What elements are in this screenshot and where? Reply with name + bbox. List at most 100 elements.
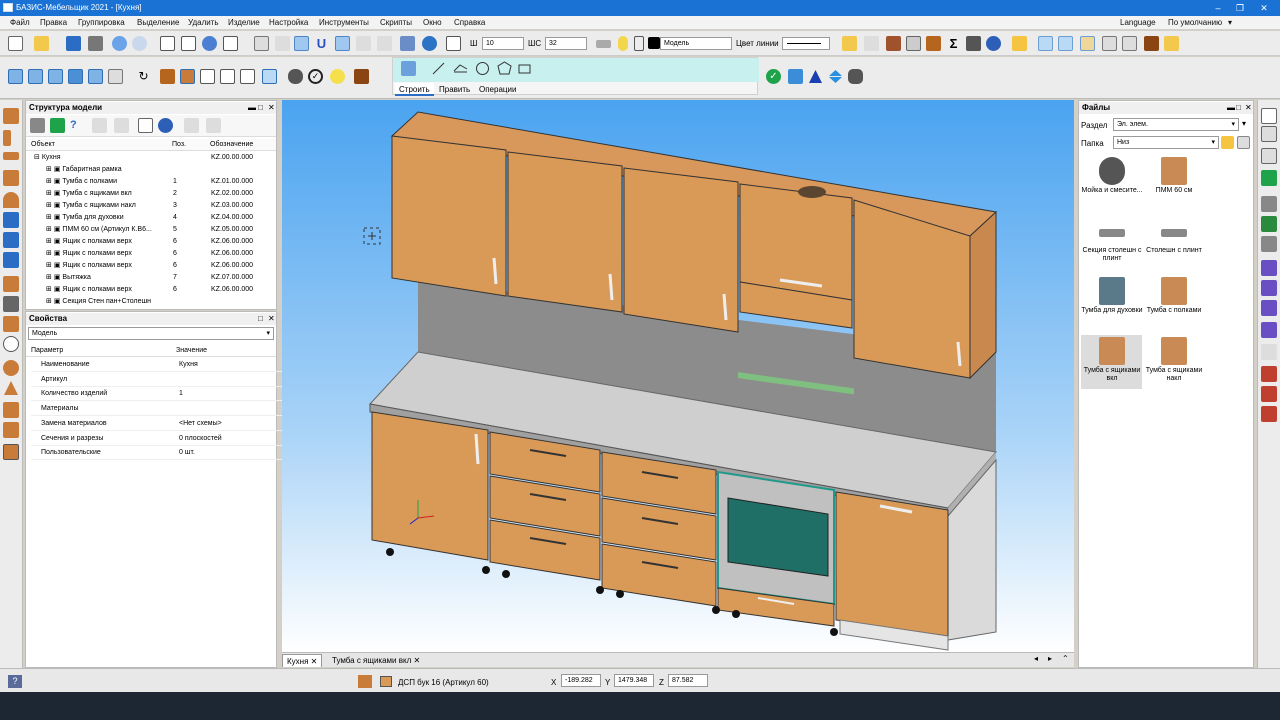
property-row[interactable]: Наименование Кухня — [31, 358, 301, 372]
menu-select[interactable]: Выделение — [137, 18, 179, 27]
viewport-3d[interactable] — [282, 100, 1074, 652]
report-icon[interactable] — [966, 36, 981, 51]
transparent-icon[interactable] — [262, 69, 277, 84]
fitting-icon[interactable] — [3, 296, 19, 312]
vertical-panel-icon[interactable] — [3, 130, 11, 146]
sheet-view-icon[interactable] — [1261, 108, 1277, 124]
view-mode-5-icon[interactable] — [1122, 36, 1137, 51]
rectangle-tool-icon[interactable] — [517, 61, 532, 76]
zoom-icon[interactable] — [202, 36, 217, 51]
draw-wizard-icon[interactable] — [401, 61, 416, 76]
tab-build[interactable]: Строить — [395, 83, 434, 96]
line-tool-icon[interactable] — [431, 61, 446, 76]
polygon-tool-icon[interactable] — [497, 61, 512, 76]
tab-drawer-cabinet[interactable]: Тумба с ящиками вкл ✕ — [328, 654, 424, 667]
sigma-icon[interactable]: Σ — [946, 36, 961, 51]
tree-item[interactable]: ⊞ ▣ Вытяжка 7 KZ.07.00.000 — [26, 272, 276, 284]
layers-icon[interactable] — [206, 118, 221, 133]
sphere-icon[interactable] — [3, 360, 19, 376]
file-item[interactable]: Тумба с ящиками накл — [1143, 337, 1205, 383]
box-icon[interactable] — [926, 36, 941, 51]
view-top-icon[interactable] — [68, 69, 83, 84]
view-front-icon[interactable] — [8, 69, 23, 84]
expand-icon[interactable]: ⊞ — [46, 262, 52, 269]
folder-dropdown[interactable]: Низ ▾ — [1113, 136, 1219, 149]
tree-item[interactable]: ⊞ ▣ Тумба с ящиками накл 3 KZ.03.00.000 — [26, 200, 276, 212]
shelf-icon[interactable] — [3, 252, 19, 268]
property-row[interactable]: Пользовательские 0 шт. — [31, 446, 301, 461]
view-mode-2-icon[interactable] — [1058, 36, 1073, 51]
furniture-icon[interactable] — [886, 36, 901, 51]
point-icon[interactable] — [356, 36, 371, 51]
expand-icon[interactable]: ⊞ — [46, 298, 52, 305]
file-item[interactable]: Тумба с полками — [1143, 277, 1205, 315]
tab-menu-icon[interactable]: ⌃ — [1062, 654, 1069, 663]
panel-close-icon[interactable]: ✕ — [268, 103, 275, 112]
file-item[interactable]: Тумба для духовки — [1081, 277, 1143, 315]
weight-icon[interactable] — [848, 69, 863, 84]
cone-icon[interactable] — [3, 380, 19, 396]
menu-tools[interactable]: Инструменты — [319, 18, 369, 27]
align-icon[interactable] — [788, 69, 803, 84]
property-row[interactable]: Сечения и разрезы 0 плоскостей — [31, 432, 301, 446]
cut-1-icon[interactable] — [1261, 366, 1277, 382]
tree-item[interactable]: ⊞ ▣ Ящик с полками верх 6 KZ.06.00.000 — [26, 260, 276, 272]
file-item[interactable]: ПММ 60 см — [1143, 157, 1205, 195]
color-swatch-icon[interactable] — [648, 37, 660, 49]
section-dropdown[interactable]: Эл. элем. ▾ — [1113, 118, 1239, 131]
tree-item[interactable]: ⊞ ▣ Тумба с полками 1 KZ.01.00.000 — [26, 176, 276, 188]
expand-icon[interactable]: ⊞ — [46, 274, 52, 281]
line-style-dropdown[interactable] — [782, 37, 830, 50]
pin-icon[interactable]: ▬ — [248, 103, 256, 112]
tab-edit[interactable]: Править — [435, 83, 474, 96]
tab-scroll-right-icon[interactable]: ▸ — [1048, 654, 1052, 663]
view-custom-icon[interactable] — [108, 69, 123, 84]
unlink-icon[interactable] — [114, 118, 129, 133]
file-item[interactable]: Столешн с плинт — [1143, 217, 1205, 255]
restore-button[interactable]: ❐ — [1230, 2, 1250, 14]
pin-icon[interactable]: ▬ — [1227, 103, 1235, 112]
tab-kitchen[interactable]: Кухня ✕ — [282, 654, 323, 667]
expand-icon[interactable]: ⊞ — [46, 202, 52, 209]
polyline-tool-icon[interactable] — [453, 61, 468, 76]
layer-icon[interactable] — [596, 40, 611, 48]
expand-icon[interactable]: ⊞ — [46, 166, 52, 173]
save-icon[interactable] — [66, 36, 81, 51]
bent-panel-icon[interactable] — [3, 316, 19, 332]
search-icon[interactable] — [1237, 136, 1250, 149]
property-row[interactable]: Материалы — [31, 402, 301, 417]
open-folder-icon[interactable] — [34, 36, 49, 51]
chevron-down-icon[interactable]: ▾ — [1228, 18, 1232, 27]
new-file-icon[interactable] — [8, 36, 23, 51]
hidden-lines-icon[interactable] — [220, 69, 235, 84]
close-icon[interactable]: ✕ — [414, 656, 421, 665]
copy-icon[interactable] — [1261, 126, 1277, 142]
check-circle-icon[interactable]: ✓ — [308, 69, 323, 84]
door-icon[interactable] — [3, 232, 19, 248]
grid-icon[interactable] — [275, 36, 290, 51]
ruler-icon[interactable] — [1261, 196, 1277, 212]
table-icon[interactable] — [1261, 148, 1277, 164]
cut-2-icon[interactable] — [1261, 386, 1277, 402]
file-item[interactable]: Тумба с ящиками вкл — [1081, 337, 1143, 383]
cut-3-icon[interactable] — [1261, 406, 1277, 422]
tools-icon[interactable] — [30, 118, 45, 133]
mirror-icon[interactable] — [446, 36, 461, 51]
file-item[interactable]: Секция столешн с плинт — [1081, 217, 1143, 263]
width-input[interactable]: 10 — [482, 37, 524, 50]
tab-operations[interactable]: Операции — [475, 83, 520, 96]
extrusion-icon[interactable] — [3, 402, 19, 418]
panel-tool-icon[interactable] — [3, 108, 19, 124]
properties-selector[interactable]: Модель ▾ — [28, 327, 274, 340]
arrows-icon[interactable] — [828, 69, 843, 84]
dimension-icon[interactable] — [1261, 216, 1277, 232]
menu-delete[interactable]: Удалить — [188, 18, 219, 27]
export-icon[interactable] — [1261, 170, 1277, 186]
pan-icon[interactable] — [223, 36, 238, 51]
tree-item[interactable]: ⊞ ▣ Тумба для духовки 4 KZ.04.00.000 — [26, 212, 276, 224]
view-left-icon[interactable] — [28, 69, 43, 84]
close-button[interactable]: ✕ — [1254, 2, 1274, 14]
wireframe-icon[interactable] — [200, 69, 215, 84]
help-icon[interactable]: ? — [70, 118, 85, 133]
triangle-icon[interactable] — [808, 69, 823, 84]
